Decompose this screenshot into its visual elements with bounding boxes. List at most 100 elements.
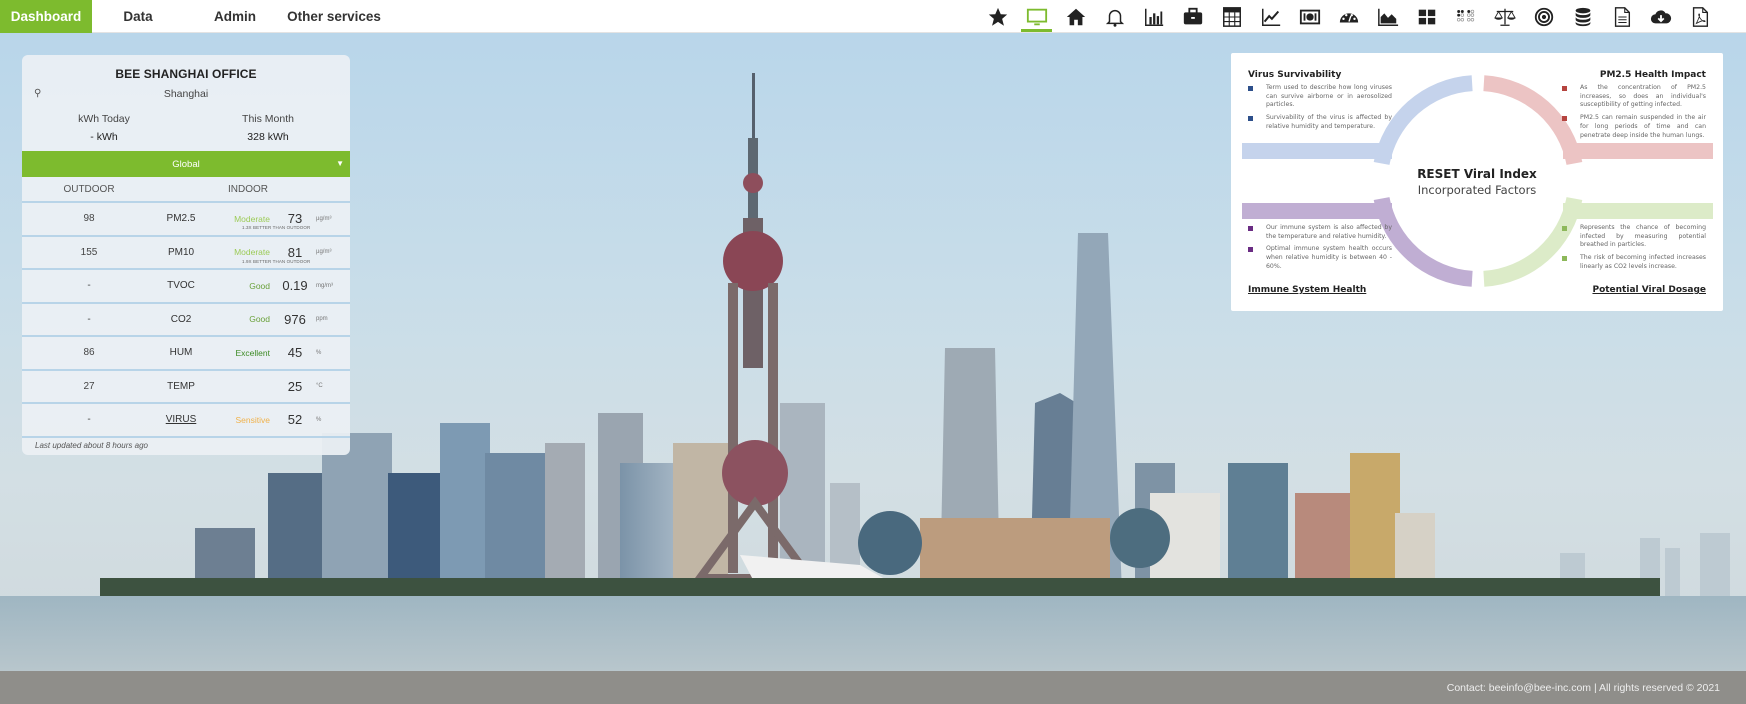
calculator-button[interactable] — [1212, 0, 1251, 33]
top-navigation-bar: Dashboard Data Admin Other services — [0, 0, 1746, 33]
money-button[interactable] — [1290, 0, 1329, 33]
briefcase-icon — [1183, 7, 1202, 24]
star-button[interactable] — [978, 0, 1017, 33]
home-button[interactable] — [1056, 0, 1095, 33]
metrics-header: OUTDOOR INDOOR — [22, 177, 350, 203]
unit-label: µg/m³ — [316, 249, 332, 256]
metric-name: TEMP — [167, 380, 195, 392]
metric-row-pm10: 155 PM10 Moderate 81 µg/m³ 1.9X BETTER THAN O… — [22, 237, 350, 270]
unit-label: µg/m³ — [316, 215, 332, 222]
database-icon — [1575, 7, 1590, 26]
status-badge: Excellent — [235, 347, 271, 358]
virus-survivability-bullets: Term used to describe how long viruses c… — [1248, 84, 1392, 136]
dots-grid-button[interactable] — [1446, 0, 1485, 33]
bullet-text: Term used to describe how long viruses c… — [1266, 84, 1392, 109]
bar-chart-icon — [1144, 8, 1163, 26]
tab-data[interactable]: Data — [92, 0, 184, 33]
indoor-value: 25 — [287, 378, 303, 394]
immune-system-health-bullets: Our immune system is also affected by th… — [1248, 224, 1392, 276]
metric-row-temp: 27 TEMP 25 °C — [22, 371, 350, 404]
area-chart-icon — [1377, 8, 1398, 26]
kwh-today: kWh Today - kWh — [22, 113, 186, 143]
metric-row-hum: 86 HUM Excellent 45% — [22, 337, 350, 371]
indoor-value: 81 — [287, 244, 303, 260]
bullet-text: The risk of becoming infected increases … — [1580, 254, 1706, 270]
bullet-text: Represents the chance of becoming infect… — [1580, 224, 1706, 249]
center-title: RESET Viral Index — [1417, 167, 1537, 181]
unit-label: % — [316, 416, 322, 423]
indoor-value: 52 — [287, 412, 303, 428]
briefcase-button[interactable] — [1173, 0, 1212, 33]
cloud-download-button[interactable] — [1641, 0, 1680, 33]
tab-dashboard[interactable]: Dashboard — [0, 0, 92, 33]
tab-admin[interactable]: Admin — [196, 0, 274, 33]
bell-icon — [1105, 9, 1124, 27]
bullet-square-icon — [1562, 226, 1567, 231]
bullet-square-icon — [1248, 247, 1253, 253]
quadrant-title-virus-survivability: Virus Survivability — [1248, 70, 1342, 80]
bullet-square-icon — [1562, 256, 1567, 262]
pm25-health-impact-bullets: As the concentration of PM2.5 increases,… — [1562, 84, 1706, 144]
bullet-item: Our immune system is also affected by th… — [1248, 224, 1392, 241]
location-pin-icon: ⚲ — [34, 88, 42, 99]
line-chart-button[interactable] — [1251, 0, 1290, 33]
pdf-button[interactable] — [1680, 0, 1719, 33]
bullet-item: The risk of becoming infected increases … — [1562, 254, 1706, 271]
outdoor-value: 98 — [83, 213, 95, 225]
tab-other-services[interactable]: Other services — [284, 0, 384, 33]
comparison-note: 1.9X BETTER THAN OUTDOOR — [242, 258, 311, 264]
bullet-item: Represents the chance of becoming infect… — [1562, 224, 1706, 250]
bullet-square-icon — [1248, 116, 1253, 122]
outdoor-value: 27 — [83, 380, 95, 392]
monitor-button[interactable] — [1017, 0, 1056, 33]
footer: Contact: beeinfo@bee-inc.com | All right… — [0, 671, 1746, 704]
balance-scale-button[interactable] — [1485, 0, 1524, 33]
metric-name: TVOC — [167, 280, 195, 292]
outdoor-value: - — [87, 414, 91, 426]
notifications-button[interactable] — [1095, 0, 1134, 33]
outdoor-header: OUTDOOR — [63, 183, 115, 195]
bullet-square-icon — [1248, 226, 1253, 231]
comparison-note: 1.3X BETTER THAN OUTDOOR — [242, 225, 311, 230]
database-button[interactable] — [1563, 0, 1602, 33]
outdoor-value: 155 — [80, 246, 98, 258]
toolbar-icons — [978, 0, 1719, 33]
bullet-square-icon — [1248, 86, 1253, 91]
unit-label: ppm — [316, 316, 328, 323]
grid-button[interactable] — [1407, 0, 1446, 33]
target-button[interactable] — [1524, 0, 1563, 33]
bar-chart-button[interactable] — [1134, 0, 1173, 33]
unit-label: °C — [316, 383, 323, 390]
unit-label: mg/m³ — [316, 282, 333, 289]
metrics-table: 98 PM2.5 Moderate 73 µg/m³ 1.3X BETTER THAN O… — [22, 203, 350, 438]
office-air-quality-card: BEE SHANGHAI OFFICE ⚲ Shanghai kWh Today… — [22, 55, 350, 455]
monitor-icon — [1026, 8, 1047, 25]
indoor-value: 976 — [284, 311, 306, 327]
gauge-button[interactable] — [1329, 0, 1368, 33]
quadrant-title-pm25-health-impact: PM2.5 Health Impact — [1599, 70, 1706, 80]
metric-name: HUM — [169, 347, 193, 359]
area-chart-button[interactable] — [1368, 0, 1407, 33]
metric-name[interactable]: VIRUS — [156, 414, 206, 425]
scope-dropdown[interactable]: Global ▼ — [22, 151, 350, 177]
money-icon — [1299, 9, 1320, 24]
gauge-icon — [1339, 12, 1358, 22]
indoor-header: INDOOR — [228, 183, 268, 195]
outdoor-value: - — [87, 280, 91, 292]
status-badge: Sensitive — [235, 414, 271, 425]
star-icon — [988, 7, 1007, 26]
this-month-value: 328 kWh — [247, 131, 289, 143]
quadrant-title-potential-viral-dosage: Potential Viral Dosage — [1592, 285, 1706, 295]
quadrant-title-immune-system-health: Immune System Health — [1248, 285, 1367, 295]
bullet-item: PM2.5 can remain suspended in the air fo… — [1562, 114, 1706, 140]
metric-row-virus: - VIRUS Sensitive 52% — [22, 404, 350, 438]
energy-summary: kWh Today - kWh This Month 328 kWh — [22, 113, 350, 143]
pdf-icon — [1692, 6, 1708, 27]
line-chart-icon — [1261, 8, 1280, 26]
document-button[interactable] — [1602, 0, 1641, 33]
status-badge: Good — [249, 280, 270, 291]
metric-name: PM10 — [167, 246, 195, 258]
virus-survivability-bar — [1242, 143, 1392, 159]
cloud-download-icon — [1650, 9, 1671, 23]
reset-viral-index-infographic: RESET Viral Index Incorporated Factors V… — [1231, 53, 1723, 311]
